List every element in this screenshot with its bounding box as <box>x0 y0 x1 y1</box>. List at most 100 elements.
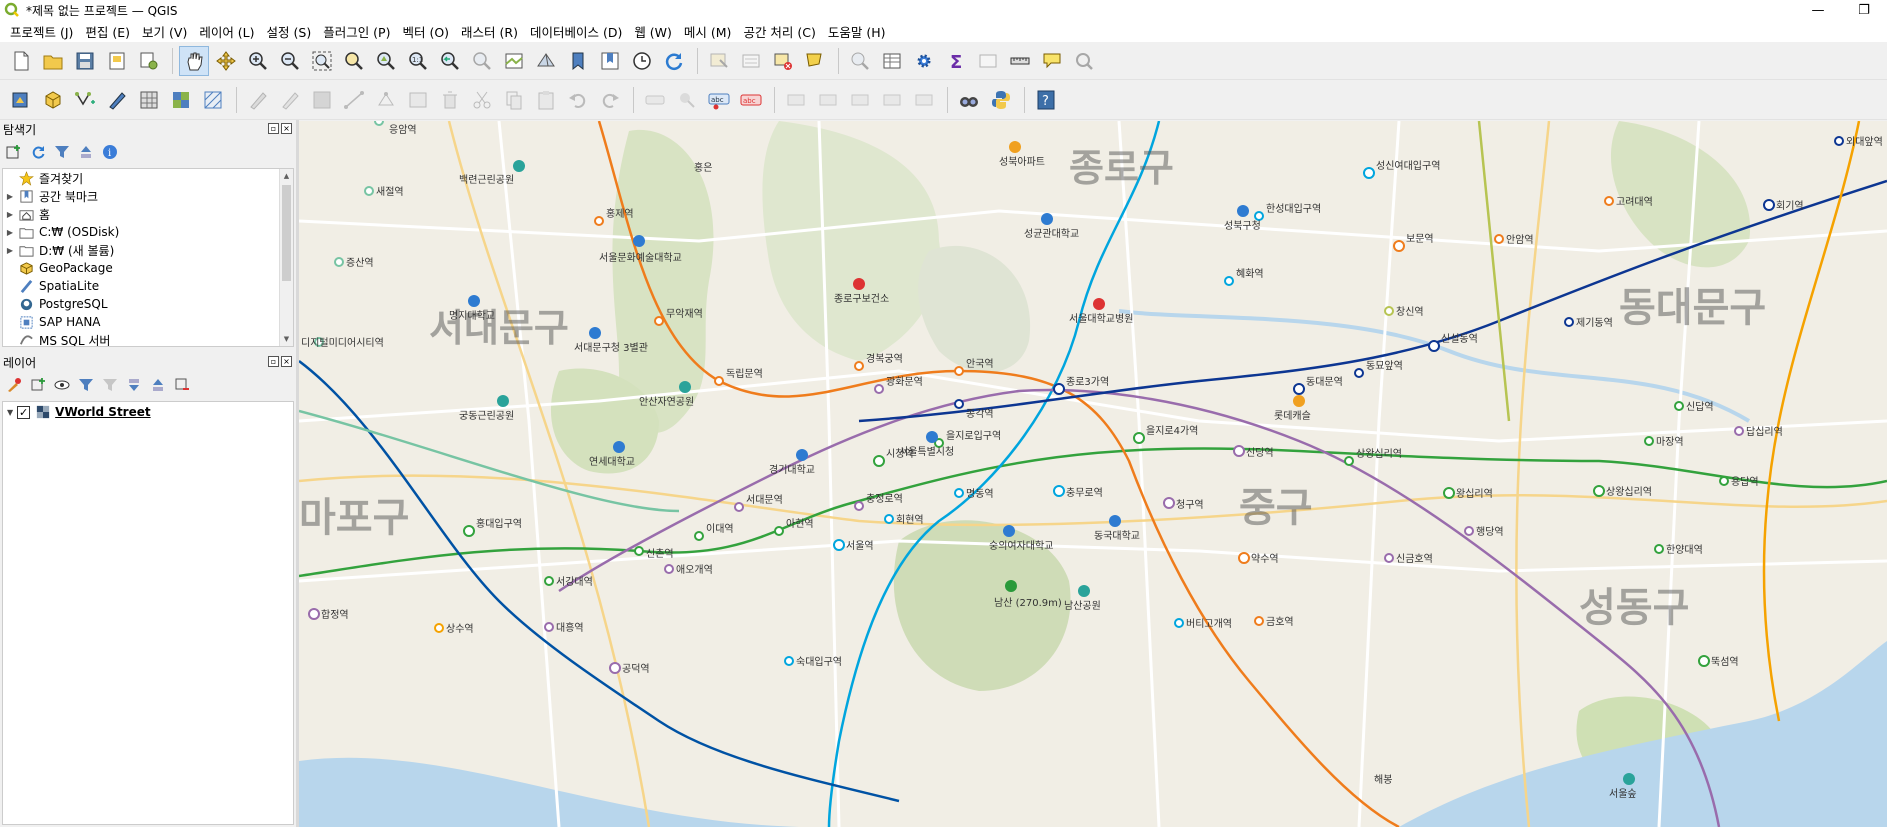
help-contents-button[interactable]: ? <box>1031 85 1061 115</box>
browser-scrollbar[interactable]: ▲ ▼ <box>279 169 293 346</box>
measure-line-button[interactable] <box>1005 46 1035 76</box>
menu-plugins[interactable]: 플러그인 (P) <box>317 22 396 41</box>
add-group-icon[interactable] <box>30 377 46 393</box>
change-label-button[interactable] <box>877 85 907 115</box>
show-bookmarks-button[interactable] <box>595 46 625 76</box>
menu-web[interactable]: 웹 (W) <box>628 22 678 41</box>
layer-visibility-checkbox[interactable]: ✓ <box>17 405 31 419</box>
new-3d-view-button[interactable] <box>531 46 561 76</box>
browser-item-postgresql[interactable]: PostgreSQL <box>3 295 293 313</box>
deselect-all-button[interactable] <box>768 46 798 76</box>
label-properties-button[interactable] <box>909 85 939 115</box>
select-features-button[interactable] <box>704 46 734 76</box>
browser-item-spatial-bookmarks[interactable]: ▶ 공간 북마크 <box>3 187 293 205</box>
menu-layer[interactable]: 레이어 (L) <box>193 22 260 41</box>
expand-arrow-icon[interactable]: ▶ <box>3 228 17 237</box>
diagram-tool-button[interactable] <box>781 85 811 115</box>
menu-settings[interactable]: 설정 (S) <box>261 22 318 41</box>
toolbox-button[interactable] <box>909 46 939 76</box>
expand-all-icon[interactable] <box>126 377 142 393</box>
digitize-line-button[interactable] <box>339 85 369 115</box>
map-canvas[interactable]: 종로구 서대문구 동대문구 중구 성동구 마포구 홍제역 무악재역 독립문역 경… <box>299 121 1887 827</box>
browser-item-spatialite[interactable]: SpatiaLite <box>3 277 293 295</box>
layout-manager-button[interactable] <box>134 46 164 76</box>
menu-mesh[interactable]: 메시 (M) <box>678 22 738 41</box>
new-bookmark-button[interactable] <box>563 46 593 76</box>
new-geopackage-layer-button[interactable] <box>38 85 68 115</box>
menu-processing[interactable]: 공간 처리 (C) <box>737 22 821 41</box>
plugin-binoculars-button[interactable] <box>954 85 984 115</box>
menu-project[interactable]: 프로젝트 (J) <box>4 22 79 41</box>
select-by-value-button[interactable] <box>736 46 766 76</box>
scroll-up-arrow-icon[interactable]: ▲ <box>280 169 293 183</box>
pan-map-button[interactable] <box>179 45 209 76</box>
collapse-all-icon[interactable] <box>150 377 166 393</box>
menu-raster[interactable]: 래스터 (R) <box>455 22 524 41</box>
collapse-arrow-icon[interactable]: ▼ <box>7 408 13 417</box>
layer-labeling-button[interactable]: abc <box>704 85 734 115</box>
data-source-manager-button[interactable] <box>6 85 36 115</box>
new-temporary-layer-button[interactable] <box>102 85 132 115</box>
zoom-last-button[interactable] <box>435 46 465 76</box>
browser-item-d-drive[interactable]: ▶ D:₩ (새 볼륨) <box>3 241 293 259</box>
text-annotation-button[interactable] <box>1037 46 1067 76</box>
add-mesh-layer-button[interactable] <box>198 85 228 115</box>
expand-arrow-icon[interactable]: ▶ <box>3 192 17 201</box>
zoom-in-button[interactable] <box>243 46 273 76</box>
filter-legend-icon[interactable] <box>78 377 94 393</box>
identify-features-button[interactable] <box>845 46 875 76</box>
scroll-down-arrow-icon[interactable]: ▼ <box>280 332 293 346</box>
browser-item-favorites[interactable]: 즐겨찾기 <box>3 169 293 187</box>
cut-features-button[interactable] <box>467 85 497 115</box>
expand-arrow-icon[interactable]: ▶ <box>3 210 17 219</box>
remove-layer-icon[interactable] <box>174 377 190 393</box>
new-print-layout-button[interactable] <box>102 46 132 76</box>
expand-arrow-icon[interactable]: ▶ <box>3 246 17 255</box>
copy-features-button[interactable] <box>499 85 529 115</box>
pin-labels-button[interactable] <box>672 85 702 115</box>
new-map-view-button[interactable] <box>499 46 529 76</box>
paste-features-button[interactable] <box>531 85 561 115</box>
layer-row-vworld-street[interactable]: ▼ ✓ VWorld Street <box>3 402 293 422</box>
toggle-editing-button[interactable] <box>275 85 305 115</box>
new-project-button[interactable] <box>6 46 36 76</box>
manage-visibility-eye-icon[interactable] <box>54 377 70 393</box>
filter-browser-icon[interactable] <box>54 144 70 160</box>
browser-item-sap-hana[interactable]: SAP HANA <box>3 313 293 331</box>
save-project-button[interactable] <box>70 46 100 76</box>
add-vector-layer-button[interactable] <box>134 85 164 115</box>
scrollbar-thumb[interactable] <box>282 185 291 281</box>
menu-help[interactable]: 도움말 (H) <box>822 22 892 41</box>
menu-database[interactable]: 데이터베이스 (D) <box>524 22 628 41</box>
statistical-summary-button[interactable]: Σ <box>941 46 971 76</box>
delete-selected-button[interactable] <box>435 85 465 115</box>
zoom-to-layer-button[interactable] <box>371 46 401 76</box>
new-shapefile-layer-button[interactable] <box>70 85 100 115</box>
browser-item-c-drive[interactable]: ▶ C:₩ (OSDisk) <box>3 223 293 241</box>
undo-button[interactable] <box>563 85 593 115</box>
move-label-button[interactable] <box>813 85 843 115</box>
browser-item-geopackage[interactable]: GeoPackage <box>3 259 293 277</box>
restore-button[interactable]: ❐ <box>1841 0 1887 20</box>
refresh-browser-icon[interactable] <box>30 144 46 160</box>
redo-button[interactable] <box>595 85 625 115</box>
layer-styling-icon[interactable] <box>6 377 22 393</box>
open-project-button[interactable] <box>38 46 68 76</box>
locator-settings-button[interactable] <box>1069 46 1099 76</box>
add-selected-layers-icon[interactable] <box>6 144 22 160</box>
pan-to-selection-button[interactable] <box>211 46 241 76</box>
float-panel-button[interactable]: ▫ <box>268 123 279 134</box>
refresh-button[interactable] <box>659 46 689 76</box>
label-tool-button[interactable] <box>640 85 670 115</box>
zoom-next-button[interactable] <box>467 46 497 76</box>
select-by-location-button[interactable] <box>800 46 830 76</box>
close-panel-button[interactable]: × <box>281 123 292 134</box>
filter-expression-icon[interactable] <box>102 377 118 393</box>
add-raster-layer-button[interactable] <box>166 85 196 115</box>
float-panel-button[interactable]: ▫ <box>268 356 279 367</box>
save-edits-button[interactable] <box>307 85 337 115</box>
show-map-tips-button[interactable] <box>973 46 1003 76</box>
show-unplaced-labels-button[interactable]: abc <box>736 85 766 115</box>
zoom-to-selection-button[interactable] <box>339 46 369 76</box>
zoom-native-button[interactable]: 1:1 <box>403 46 433 76</box>
